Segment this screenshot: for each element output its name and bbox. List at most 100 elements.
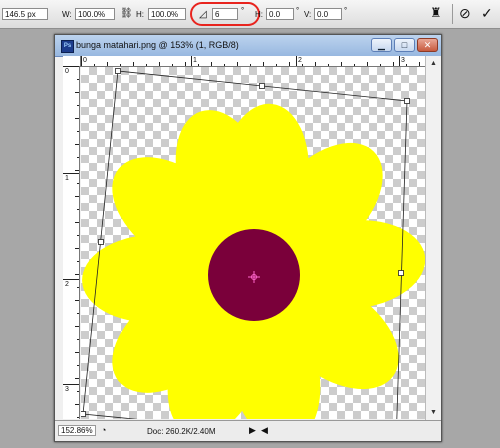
- ruler-tick: [75, 118, 79, 119]
- scroll-up-arrow[interactable]: ▲: [428, 58, 439, 69]
- flower-artwork: [81, 68, 425, 419]
- height-field[interactable]: 100.0%: [148, 8, 186, 20]
- ruler-label: 3: [401, 57, 405, 64]
- ruler-major-tick: [81, 56, 82, 66]
- ruler-tick: [380, 64, 381, 66]
- ruler-tick: [289, 62, 290, 66]
- ruler-tick: [328, 64, 329, 66]
- warp-icon[interactable]: ♜: [430, 6, 442, 20]
- ruler-label: 2: [298, 57, 302, 64]
- scroll-down-arrow[interactable]: ▼: [428, 407, 439, 418]
- ruler-major-tick: [399, 56, 400, 66]
- ruler-tick: [341, 62, 342, 66]
- ruler-tick: [77, 261, 79, 262]
- horizontal-ruler[interactable]: 0 1 2 3: [81, 56, 425, 67]
- ruler-tick: [75, 144, 79, 145]
- transform-handle: [81, 411, 86, 417]
- ruler-tick: [75, 170, 79, 171]
- horizontal-skew-label: H:: [255, 10, 263, 19]
- document-title-bar[interactable]: Ps bunga matahari.png @ 153% (1, RGB/8) …: [55, 35, 441, 57]
- vertical-skew-degree: °: [344, 6, 348, 15]
- ruler-major-tick: [63, 66, 79, 67]
- ruler-label: 0: [65, 68, 69, 75]
- ruler-tick: [211, 62, 212, 66]
- ruler-label: 1: [193, 57, 197, 64]
- ruler-tick: [77, 313, 79, 314]
- image-canvas[interactable]: [81, 67, 425, 419]
- ruler-tick: [75, 92, 79, 93]
- commit-checkmark-icon[interactable]: ✓: [481, 6, 493, 20]
- ruler-tick: [315, 62, 316, 66]
- ruler-tick: [77, 79, 79, 80]
- maximize-button[interactable]: □: [394, 38, 415, 52]
- options-bar: 146.5 px W: 100.0% ⛓ H: 100.0% ◿ 6 ° H: …: [0, 0, 500, 29]
- transform-handle: [404, 98, 410, 104]
- close-button[interactable]: ✕: [417, 38, 438, 52]
- ruler-tick: [250, 64, 251, 66]
- cancel-icon[interactable]: ⊘: [459, 6, 471, 20]
- ruler-tick: [185, 62, 186, 66]
- photoshop-document-icon: Ps: [61, 40, 74, 53]
- document-title: bunga matahari.png @ 153% (1, RGB/8): [76, 40, 239, 50]
- ruler-tick: [133, 62, 134, 66]
- ruler-tick: [75, 196, 79, 197]
- ruler-tick: [77, 287, 79, 288]
- ruler-tick: [302, 64, 303, 66]
- ruler-tick: [77, 157, 79, 158]
- ruler-tick: [354, 64, 355, 66]
- transform-handle: [259, 83, 265, 89]
- x-position-field[interactable]: 146.5 px: [2, 8, 48, 20]
- ruler-tick: [77, 209, 79, 210]
- ruler-tick: [198, 64, 199, 66]
- width-field[interactable]: 100.0%: [75, 8, 115, 20]
- ruler-label: 1: [65, 175, 69, 182]
- ruler-tick: [75, 326, 79, 327]
- zoom-level-field[interactable]: 152.86%: [58, 425, 96, 436]
- ruler-tick: [77, 391, 79, 392]
- ruler-tick: [77, 365, 79, 366]
- link-chain-icon[interactable]: ⛓: [120, 7, 133, 21]
- toolbar-separator: [452, 4, 453, 24]
- transform-handle: [398, 270, 404, 276]
- ruler-tick: [146, 64, 147, 66]
- ruler-tick: [263, 62, 264, 66]
- document-window: Ps bunga matahari.png @ 153% (1, RGB/8) …: [54, 34, 442, 442]
- ruler-label: 0: [83, 57, 87, 64]
- rotate-degree-symbol: °: [241, 6, 245, 15]
- horizontal-skew-field[interactable]: 0.0: [266, 8, 294, 20]
- ruler-tick: [406, 64, 407, 66]
- document-size-info: Doc: 260.2K/2.40M: [147, 427, 216, 436]
- vertical-ruler[interactable]: 0 1 2 3: [63, 66, 80, 419]
- ruler-tick: [77, 105, 79, 106]
- ruler-tick: [107, 62, 108, 66]
- status-bar: 152.86% ◔ Doc: 260.2K/2.40M ▶ ◀: [55, 420, 441, 441]
- width-label: W:: [62, 10, 72, 19]
- ruler-tick: [159, 62, 160, 66]
- vertical-scrollbar[interactable]: ▲ ▼: [425, 56, 441, 420]
- ruler-label: 2: [65, 281, 69, 288]
- vertical-skew-label: V:: [304, 10, 312, 19]
- ruler-major-tick: [63, 173, 79, 174]
- ruler-tick: [77, 235, 79, 236]
- ruler-tick: [393, 62, 394, 66]
- status-clock-icon[interactable]: ◔: [101, 425, 106, 435]
- status-menu-arrow-icon[interactable]: ▶: [249, 425, 256, 436]
- ruler-tick: [77, 417, 79, 418]
- rotate-angle-field[interactable]: 6: [212, 8, 238, 20]
- minimize-button[interactable]: ▁: [371, 38, 392, 52]
- height-label: H:: [136, 10, 144, 19]
- ruler-tick: [77, 131, 79, 132]
- ruler-major-tick: [191, 56, 192, 66]
- ruler-major-tick: [63, 384, 79, 385]
- ruler-tick: [75, 222, 79, 223]
- ruler-tick: [237, 62, 238, 66]
- rotate-angle-icon: ◿: [199, 9, 207, 20]
- ruler-tick: [120, 64, 121, 66]
- vertical-skew-field[interactable]: 0.0: [314, 8, 342, 20]
- scroll-left-arrow-icon[interactable]: ◀: [261, 425, 268, 436]
- ruler-tick: [224, 64, 225, 66]
- ruler-tick: [367, 62, 368, 66]
- ruler-tick: [419, 62, 420, 66]
- transform-handle: [115, 68, 121, 74]
- ruler-tick: [75, 274, 79, 275]
